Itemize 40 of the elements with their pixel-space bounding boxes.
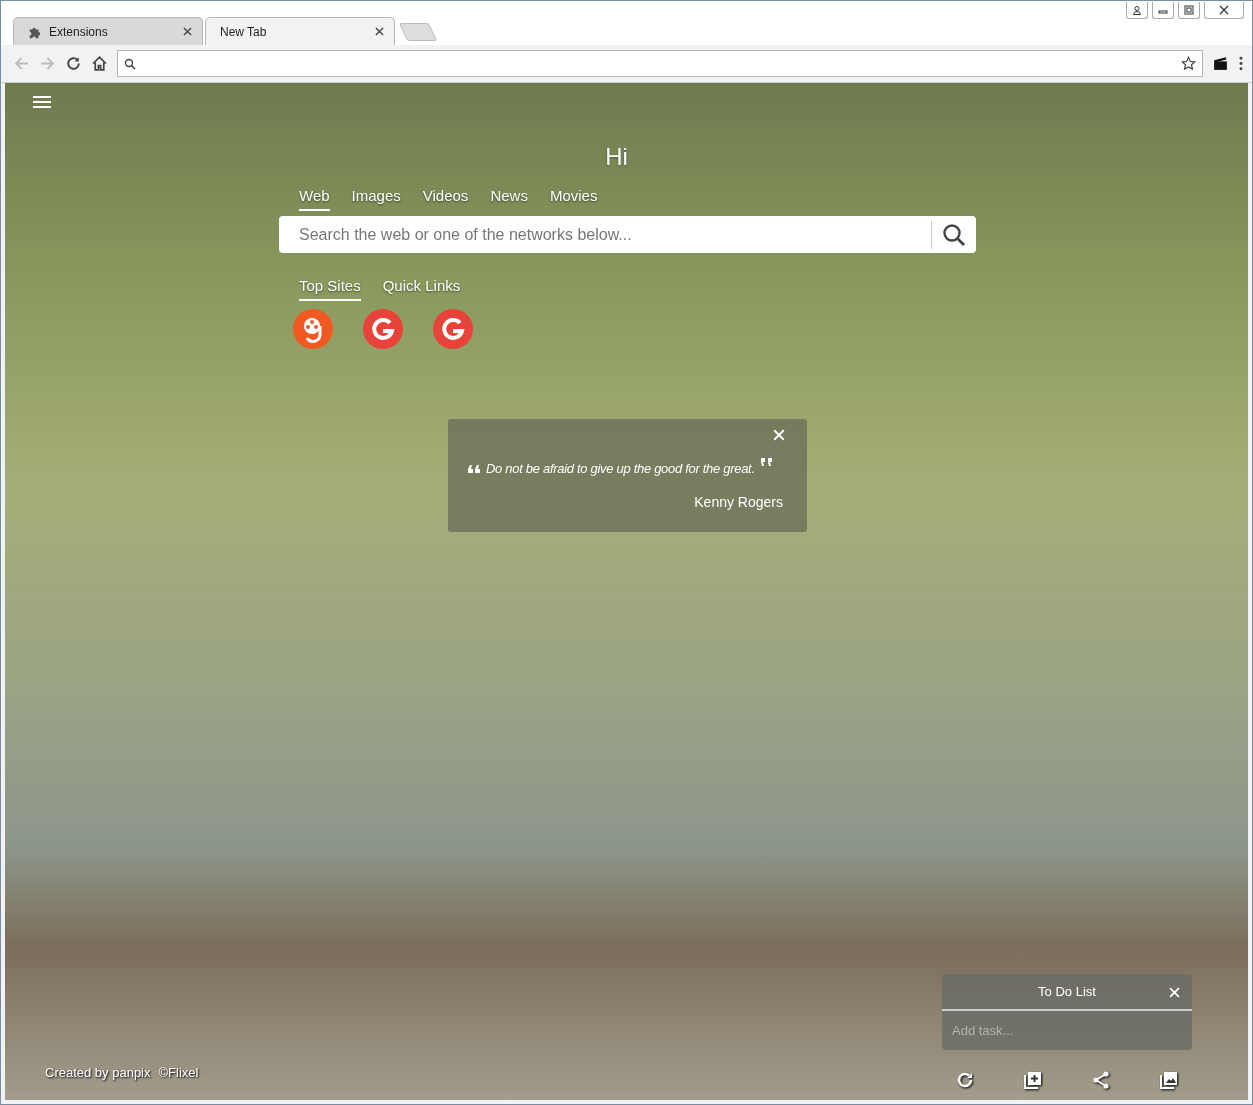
maximize-icon[interactable] [1178, 2, 1200, 19]
clapperboard-icon[interactable] [1212, 55, 1229, 72]
quote-author: Kenny Rogers [694, 494, 783, 510]
browser-tab[interactable]: Extensions [13, 17, 203, 45]
search-icon[interactable] [942, 222, 966, 247]
reload-icon[interactable] [65, 55, 82, 72]
close-icon[interactable] [375, 27, 384, 36]
menu-icon[interactable] [1238, 55, 1244, 72]
close-icon[interactable] [1204, 2, 1244, 19]
search-tab[interactable]: News [490, 187, 528, 211]
search-icon [124, 57, 136, 70]
letter-g-icon[interactable] [433, 309, 473, 349]
letter-g-icon[interactable] [363, 309, 403, 349]
open-quote-icon [468, 464, 480, 473]
image-icon[interactable] [1159, 1070, 1179, 1090]
site-tab[interactable]: Top Sites [299, 277, 361, 301]
film-reel-icon[interactable] [293, 309, 333, 349]
close-quote-icon [760, 457, 773, 466]
user-icon[interactable] [1126, 2, 1148, 19]
refresh-icon[interactable] [955, 1070, 975, 1090]
search-tab[interactable]: Web [299, 187, 330, 211]
add-icon[interactable] [1023, 1070, 1043, 1090]
search-tab[interactable]: Videos [422, 187, 469, 211]
greeting: Hi [605, 143, 628, 171]
star-icon[interactable] [1181, 56, 1196, 71]
home-icon[interactable] [91, 55, 108, 72]
search-tab[interactable]: Images [351, 187, 401, 211]
search-bar[interactable]: Search the web or one of the networks below... [279, 216, 976, 253]
menu-icon[interactable] [33, 95, 51, 109]
credit-text: Created by panpix [45, 1065, 151, 1080]
add-task-field[interactable]: Add task... [942, 1011, 1192, 1050]
site-tab[interactable]: Quick Links [382, 277, 461, 301]
browser-tab[interactable]: New Tab [205, 17, 395, 45]
credit-text: ©Flixel [158, 1065, 199, 1080]
close-icon[interactable] [183, 27, 192, 36]
todo-title: To Do List [1038, 984, 1096, 999]
search-field[interactable]: Search the web or one of the networks below... [297, 224, 921, 245]
quote-text: Do not be afraid to give up the good for the great. [486, 461, 755, 476]
search-tab[interactable]: Movies [549, 187, 598, 211]
share-icon[interactable] [1091, 1070, 1111, 1090]
